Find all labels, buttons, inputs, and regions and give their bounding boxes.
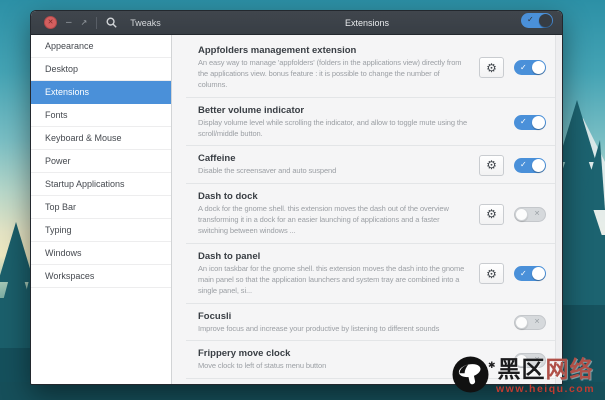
toggle-dash-to-panel[interactable]: ✓	[514, 266, 546, 281]
toggle-focusli[interactable]: ✕	[514, 315, 546, 330]
sidebar-item-startup-applications[interactable]: Startup Applications	[31, 173, 171, 196]
sidebar-item-label: Startup Applications	[45, 179, 125, 189]
sidebar-item-label: Typing	[45, 225, 72, 235]
watermark: ✱ 黑区 网络 www.heiqu.com	[450, 351, 605, 400]
extension-title: Dash to panel	[198, 251, 465, 262]
sidebar-item-keyboard-mouse[interactable]: Keyboard & Mouse	[31, 127, 171, 150]
toggle-better-volume-indicator[interactable]: ✓	[514, 115, 546, 130]
extension-row-caffeine: Caffeine Disable the screensaver and aut…	[172, 146, 562, 184]
cross-icon: ✕	[534, 319, 540, 326]
toggle-knob	[532, 61, 545, 74]
extension-description: An easy way to manage 'appfolders' (fold…	[198, 58, 465, 91]
header-bar: ✕ – ↗ Tweaks Extensions ✓	[31, 11, 562, 35]
check-icon: ✓	[520, 270, 527, 278]
header-separator	[96, 17, 97, 29]
settings-button-appfolders-management-extension[interactable]: ⚙	[479, 57, 504, 78]
toggle-caffeine[interactable]: ✓	[514, 158, 546, 173]
toggle-knob	[532, 116, 545, 129]
extension-title: Focusli	[198, 311, 500, 322]
settings-button-dash-to-panel[interactable]: ⚙	[479, 263, 504, 284]
extension-description: Improve focus and increase your producti…	[198, 324, 500, 335]
sidebar: Appearance Desktop Extensions Fonts Keyb…	[31, 35, 172, 385]
extension-title: Dash to dock	[198, 191, 465, 202]
extension-description: An icon taskbar for the gnome shell. thi…	[198, 264, 465, 297]
sidebar-item-desktop[interactable]: Desktop	[31, 58, 171, 81]
sidebar-item-label: Workspaces	[45, 271, 94, 281]
settings-gear-icon: ⚙	[486, 62, 497, 74]
sidebar-item-fonts[interactable]: Fonts	[31, 104, 171, 127]
search-icon	[106, 17, 117, 28]
check-icon: ✓	[520, 118, 527, 126]
minimize-button[interactable]: –	[66, 18, 72, 28]
header-left-zone: ✕ – ↗ Tweaks	[31, 16, 172, 29]
maximize-button[interactable]: ↗	[81, 19, 88, 27]
sidebar-item-power[interactable]: Power	[31, 150, 171, 173]
star-icon: ✱	[488, 360, 496, 371]
settings-button-dash-to-dock[interactable]: ⚙	[479, 204, 504, 225]
sidebar-item-label: Extensions	[45, 87, 89, 97]
sidebar-item-label: Windows	[45, 248, 82, 258]
check-icon: ✓	[520, 64, 527, 72]
extension-row-better-volume-indicator: Better volume indicator Display volume l…	[172, 98, 562, 147]
extensions-master-toggle[interactable]: ✓	[521, 13, 553, 28]
extension-row-dash-to-panel: Dash to panel An icon taskbar for the gn…	[172, 244, 562, 304]
toggle-appfolders-management-extension[interactable]: ✓	[514, 60, 546, 75]
extension-title: Caffeine	[198, 153, 465, 164]
extension-row-focusli: Focusli Improve focus and increase your …	[172, 304, 562, 342]
sidebar-item-label: Power	[45, 156, 71, 166]
close-icon: ✕	[48, 19, 54, 26]
toggle-knob	[532, 159, 545, 172]
header-main-zone: Extensions ✓	[172, 11, 562, 34]
settings-gear-icon: ⚙	[486, 208, 497, 220]
check-icon: ✓	[527, 16, 534, 24]
settings-gear-icon: ⚙	[486, 268, 497, 280]
app-title: Tweaks	[130, 18, 161, 28]
watermark-text-dark: 黑区	[498, 358, 546, 381]
sidebar-item-windows[interactable]: Windows	[31, 242, 171, 265]
watermark-text: ✱ 黑区 网络	[488, 358, 594, 381]
scrollbar[interactable]	[555, 35, 562, 385]
close-button[interactable]: ✕	[44, 16, 57, 29]
sidebar-item-label: Appearance	[45, 41, 94, 51]
settings-button-caffeine[interactable]: ⚙	[479, 155, 504, 176]
watermark-text-red: 网络	[546, 358, 594, 381]
extension-title: Better volume indicator	[198, 105, 500, 116]
heiqu-mushroom-logo	[452, 356, 489, 393]
toggle-dash-to-dock[interactable]: ✕	[514, 207, 546, 222]
settings-gear-icon: ⚙	[486, 159, 497, 171]
toggle-knob	[532, 267, 545, 280]
sidebar-item-label: Top Bar	[45, 202, 76, 212]
extension-description: Display volume level while scrolling the…	[198, 118, 500, 140]
sidebar-item-label: Keyboard & Mouse	[45, 133, 122, 143]
extension-row-appfolders-management-extension: Appfolders management extension An easy …	[172, 35, 562, 98]
tweaks-window: ✕ – ↗ Tweaks Extensions ✓ Appearance Des…	[30, 10, 563, 385]
sidebar-item-label: Fonts	[45, 110, 68, 120]
extension-title: Appfolders management extension	[198, 45, 465, 56]
sidebar-item-appearance[interactable]: Appearance	[31, 35, 171, 58]
toggle-knob	[515, 208, 528, 221]
sidebar-item-typing[interactable]: Typing	[31, 219, 171, 242]
sidebar-item-extensions[interactable]: Extensions	[31, 81, 171, 104]
extensions-list: Appfolders management extension An easy …	[172, 35, 562, 385]
search-button[interactable]	[106, 17, 117, 28]
toggle-knob	[539, 14, 552, 27]
toggle-knob	[515, 316, 528, 329]
watermark-url: www.heiqu.com	[496, 383, 595, 395]
sidebar-item-top-bar[interactable]: Top Bar	[31, 196, 171, 219]
extension-description: A dock for the gnome shell. this extensi…	[198, 204, 465, 237]
extensions-pane: Appfolders management extension An easy …	[172, 35, 562, 385]
extension-row-dash-to-dock: Dash to dock A dock for the gnome shell.…	[172, 184, 562, 244]
extension-description: Disable the screensaver and auto suspend	[198, 166, 465, 177]
sidebar-item-label: Desktop	[45, 64, 78, 74]
sidebar-item-workspaces[interactable]: Workspaces	[31, 265, 171, 288]
cross-icon: ✕	[534, 211, 540, 218]
page-title: Extensions	[172, 11, 562, 34]
check-icon: ✓	[520, 161, 527, 169]
